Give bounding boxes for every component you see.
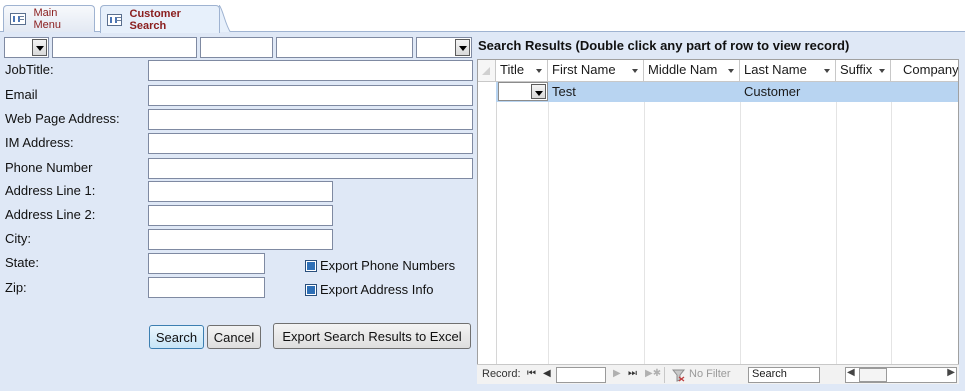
- jobtitle-label: JobTitle:: [5, 62, 54, 77]
- form-icon: [10, 13, 26, 25]
- form-icon: [107, 13, 122, 26]
- no-filter-label[interactable]: No Filter: [689, 368, 731, 380]
- export-phone-checkbox[interactable]: [305, 260, 317, 272]
- phone-number-label: Phone Number: [5, 160, 93, 175]
- export-phone-label: Export Phone Numbers: [320, 258, 456, 273]
- row-title-combo[interactable]: [498, 82, 548, 101]
- cell-suffix: [836, 82, 891, 102]
- chevron-down-icon[interactable]: [531, 84, 546, 99]
- suffix-filter-combo[interactable]: [416, 37, 472, 58]
- sort-arrow-icon[interactable]: [632, 69, 638, 73]
- sort-arrow-icon[interactable]: [536, 69, 542, 73]
- new-record-icon[interactable]: ▶✱: [645, 368, 661, 379]
- zip-input[interactable]: [148, 277, 265, 298]
- tab-main-menu[interactable]: Main Menu: [3, 5, 95, 32]
- tab-strip: Main Menu Customer Search: [0, 0, 965, 33]
- tab-label: Customer Search: [129, 7, 181, 32]
- tab-label: Main Menu: [33, 7, 62, 31]
- phone-number-input[interactable]: [148, 158, 473, 179]
- address-line-2-label: Address Line 2:: [5, 207, 96, 222]
- jobtitle-input[interactable]: [148, 60, 473, 81]
- column-header-label: Title: [500, 62, 525, 77]
- first-name-filter-input[interactable]: [52, 37, 197, 58]
- search-box[interactable]: Search: [748, 367, 820, 383]
- export-address-label: Export Address Info: [320, 282, 434, 297]
- city-label: City:: [5, 231, 31, 246]
- record-number-input[interactable]: [556, 367, 606, 383]
- middle-name-filter-input[interactable]: [200, 37, 273, 58]
- sort-arrow-icon[interactable]: [879, 69, 885, 73]
- nav-divider: [664, 367, 665, 383]
- column-header-label: Middle Nam: [648, 62, 718, 77]
- column-header-last-name[interactable]: Last Name: [740, 60, 836, 82]
- column-header-label: Suffix: [840, 62, 873, 77]
- cell-last-name: Customer: [744, 84, 801, 99]
- record-navigation-bar: Record: ⏮ ◀ ▶ ⏭ ▶✱ No Filter Search ◀ ▶: [477, 364, 959, 384]
- im-address-label: IM Address:: [5, 135, 74, 150]
- column-header-label: Last Name: [744, 62, 807, 77]
- next-record-icon[interactable]: ▶: [613, 368, 621, 379]
- scrollbar-thumb[interactable]: [859, 368, 887, 382]
- address-line-1-input[interactable]: [148, 181, 333, 202]
- export-to-excel-button[interactable]: Export Search Results to Excel: [273, 323, 471, 349]
- state-input[interactable]: [148, 253, 265, 274]
- grid-divider: [548, 82, 549, 364]
- grid-divider: [644, 82, 645, 364]
- city-input[interactable]: [148, 229, 333, 250]
- chevron-down-icon[interactable]: [455, 39, 470, 56]
- previous-record-icon[interactable]: ◀: [543, 368, 551, 379]
- column-header-label: Company: [903, 62, 959, 77]
- tab-customer-search[interactable]: Customer Search: [100, 5, 220, 33]
- column-header-title[interactable]: Title: [496, 60, 548, 82]
- column-header-suffix[interactable]: Suffix: [836, 60, 891, 82]
- scroll-right-icon[interactable]: ▶: [947, 367, 955, 378]
- cell-first-name: Test: [552, 84, 576, 99]
- last-record-icon[interactable]: ⏭: [628, 368, 637, 379]
- sort-arrow-icon[interactable]: [824, 69, 830, 73]
- last-name-filter-input[interactable]: [276, 37, 413, 58]
- web-page-address-label: Web Page Address:: [5, 111, 120, 126]
- record-label: Record:: [482, 368, 521, 380]
- zip-label: Zip:: [5, 280, 27, 295]
- search-results-datasheet[interactable]: Title First Name Middle Nam Last Name Su…: [477, 59, 959, 384]
- im-address-input[interactable]: [148, 133, 473, 154]
- column-header-company[interactable]: Company: [891, 60, 959, 82]
- grid-divider: [836, 82, 837, 364]
- column-header-label: First Name: [552, 62, 616, 77]
- tab-corner: [219, 5, 231, 33]
- address-line-2-input[interactable]: [148, 205, 333, 226]
- grid-divider: [740, 82, 741, 364]
- column-header-first-name[interactable]: First Name: [548, 60, 644, 82]
- search-button[interactable]: Search: [149, 325, 204, 349]
- chevron-down-icon[interactable]: [32, 39, 47, 56]
- table-row[interactable]: Test Customer: [496, 82, 958, 102]
- state-label: State:: [5, 255, 39, 270]
- horizontal-scrollbar[interactable]: ◀ ▶: [845, 367, 957, 383]
- search-results-heading: Search Results (Double click any part of…: [478, 38, 850, 53]
- address-line-1-label: Address Line 1:: [5, 183, 96, 198]
- grid-divider: [891, 82, 892, 364]
- cell-company: [891, 82, 958, 102]
- web-page-address-input[interactable]: [148, 109, 473, 130]
- no-filter-icon[interactable]: [672, 369, 686, 382]
- select-all-corner[interactable]: [478, 60, 496, 82]
- cancel-button[interactable]: Cancel: [207, 325, 261, 349]
- sort-arrow-icon[interactable]: [728, 69, 734, 73]
- title-filter-combo[interactable]: [4, 37, 49, 58]
- first-record-icon[interactable]: ⏮: [527, 368, 536, 379]
- export-address-checkbox[interactable]: [305, 284, 317, 296]
- column-header-middle-name[interactable]: Middle Nam: [644, 60, 740, 82]
- grid-divider: [496, 82, 497, 364]
- email-label: Email: [5, 87, 38, 102]
- scroll-left-icon[interactable]: ◀: [847, 367, 855, 378]
- cell-middle-name: [644, 82, 740, 102]
- email-input[interactable]: [148, 85, 473, 106]
- select-all-icon: [482, 67, 490, 75]
